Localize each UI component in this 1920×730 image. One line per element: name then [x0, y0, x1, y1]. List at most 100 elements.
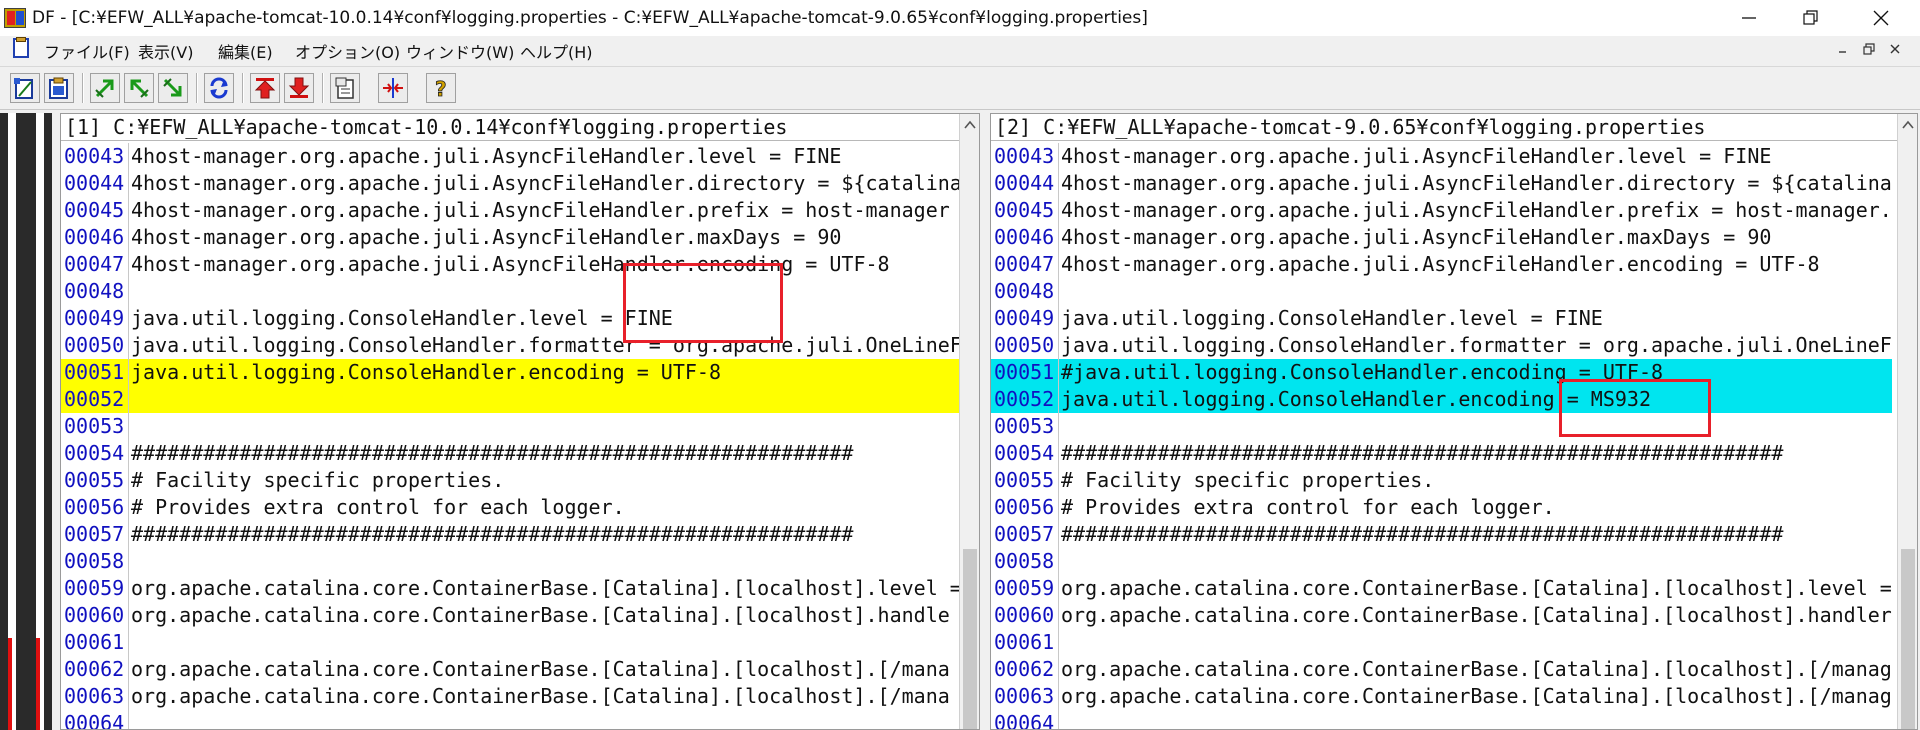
code-line[interactable]: 00045 4host-manager.org.apache.juli.Async… [991, 197, 1892, 224]
code-line[interactable]: 00060 org.apache.catalina.core.ContainerB… [991, 602, 1892, 629]
menu-options[interactable]: オプション(O) [295, 39, 400, 63]
code-line[interactable]: 00049 java.util.logging.ConsoleHandler.le… [991, 305, 1892, 332]
code-line[interactable]: 00047 4host-manager.org.apache.juli.Async… [61, 251, 962, 278]
code-line[interactable]: 00058 [61, 548, 962, 575]
scroll-up-arrow-icon[interactable] [1898, 114, 1917, 136]
left-file-path: [1] C:¥EFW_ALL¥apache-tomcat-10.0.14¥con… [61, 114, 959, 141]
close-icon [1890, 44, 1900, 54]
code-line[interactable]: 00052 java.util.logging.ConsoleHandler.en… [991, 386, 1892, 413]
left-scroll-thumb[interactable] [963, 549, 977, 729]
open-files-button[interactable] [10, 73, 40, 103]
diff-overview-bar[interactable] [0, 113, 52, 730]
code-line[interactable]: 00051 #java.util.logging.ConsoleHandler.e… [991, 359, 1892, 386]
line-text: 4host-manager.org.apache.juli.AsyncFileH… [131, 144, 842, 168]
code-line[interactable]: 00064 [991, 710, 1892, 729]
toolbar: ? [0, 66, 1920, 110]
code-line[interactable]: 00047 4host-manager.org.apache.juli.Async… [991, 251, 1892, 278]
code-line[interactable]: 00050 java.util.logging.ConsoleHandler.fo… [61, 332, 962, 359]
df-app-icon[interactable] [4, 8, 26, 28]
code-line[interactable]: 00058 [991, 548, 1892, 575]
code-line[interactable]: 00056 # Provides extra control for each l… [61, 494, 962, 521]
right-vertical-scrollbar[interactable] [1897, 114, 1917, 729]
code-line[interactable]: 00062 org.apache.catalina.core.ContainerB… [61, 656, 962, 683]
restore-icon [1863, 43, 1875, 55]
properties-button[interactable] [330, 73, 360, 103]
code-line[interactable]: 00059 org.apache.catalina.core.ContainerB… [991, 575, 1892, 602]
menu-file[interactable]: ファイル(F) [44, 39, 130, 63]
line-text: org.apache.catalina.core.ContainerBase.[… [131, 684, 950, 708]
help-button[interactable]: ? [426, 73, 456, 103]
title-bar[interactable]: DF - [C:¥EFW_ALL¥apache-tomcat-10.0.14¥c… [0, 0, 1920, 36]
code-line[interactable]: 00054 ###################################… [61, 440, 962, 467]
code-line[interactable]: 00055 # Facility specific properties. [991, 467, 1892, 494]
left-file-pane[interactable]: [1] C:¥EFW_ALL¥apache-tomcat-10.0.14¥con… [60, 113, 980, 730]
code-line[interactable]: 00046 4host-manager.org.apache.juli.Async… [991, 224, 1892, 251]
minimize-button[interactable] [1720, 0, 1778, 36]
code-line[interactable]: 00053 [991, 413, 1892, 440]
code-line[interactable]: 00045 4host-manager.org.apache.juli.Async… [61, 197, 962, 224]
menu-edit[interactable]: 編集(E) [218, 39, 273, 63]
next-diff-button[interactable] [124, 73, 154, 103]
line-text [1059, 548, 1061, 575]
line-number: 00048 [61, 278, 129, 305]
restore-button[interactable] [1782, 0, 1840, 36]
code-line[interactable]: 00057 ###################################… [991, 521, 1892, 548]
code-line[interactable]: 00048 [61, 278, 962, 305]
code-line[interactable]: 00051 java.util.logging.ConsoleHandler.en… [61, 359, 962, 386]
menu-view[interactable]: 表示(V) [138, 39, 193, 63]
code-line[interactable]: 00063 org.apache.catalina.core.ContainerB… [61, 683, 962, 710]
code-line[interactable]: 00056 # Provides extra control for each l… [991, 494, 1892, 521]
line-text: ########################################… [131, 522, 854, 546]
code-line[interactable]: 00046 4host-manager.org.apache.juli.Async… [61, 224, 962, 251]
code-line[interactable]: 00054 ###################################… [991, 440, 1892, 467]
line-number: 00060 [61, 602, 129, 629]
code-line[interactable]: 00061 [61, 629, 962, 656]
scroll-up-arrow-icon[interactable] [960, 114, 979, 136]
code-line[interactable]: 00049 java.util.logging.ConsoleHandler.le… [61, 305, 962, 332]
code-line[interactable]: 00050 java.util.logging.ConsoleHandler.fo… [991, 332, 1892, 359]
refresh-button[interactable] [204, 73, 234, 103]
arrow-up-right-icon [95, 79, 114, 98]
left-code-lines: 00043 4host-manager.org.apache.juli.Async… [61, 143, 962, 729]
paste-files-button[interactable] [44, 73, 74, 103]
code-line[interactable]: 00043 4host-manager.org.apache.juli.Async… [991, 143, 1892, 170]
code-line[interactable]: 00044 4host-manager.org.apache.juli.Async… [991, 170, 1892, 197]
code-line[interactable]: 00055 # Facility specific properties. [61, 467, 962, 494]
close-button[interactable] [1852, 0, 1910, 36]
code-line[interactable]: 00062 org.apache.catalina.core.ContainerB… [991, 656, 1892, 683]
menu-help[interactable]: ヘルプ(H) [520, 39, 593, 63]
code-line[interactable]: 00057 ###################################… [61, 521, 962, 548]
go-diff-button[interactable] [158, 73, 188, 103]
line-text: org.apache.catalina.core.ContainerBase.[… [131, 603, 950, 627]
code-line[interactable]: 00059 org.apache.catalina.core.ContainerB… [61, 575, 962, 602]
prev-diff-button[interactable] [90, 73, 120, 103]
merge-button[interactable] [378, 73, 408, 103]
mdi-restore-button[interactable] [1858, 40, 1880, 58]
left-vertical-scrollbar[interactable] [959, 114, 979, 729]
mdi-minimize-button[interactable] [1832, 40, 1854, 58]
line-number: 00060 [991, 602, 1059, 629]
code-line[interactable]: 00048 [991, 278, 1892, 305]
code-line[interactable]: 00043 4host-manager.org.apache.juli.Async… [61, 143, 962, 170]
mdi-close-button[interactable] [1884, 40, 1906, 58]
code-line[interactable]: 00060 org.apache.catalina.core.ContainerB… [61, 602, 962, 629]
line-number: 00064 [991, 710, 1059, 729]
code-line[interactable]: 00061 [991, 629, 1892, 656]
right-scroll-thumb[interactable] [1901, 549, 1915, 729]
code-line[interactable]: 00044 4host-manager.org.apache.juli.Async… [61, 170, 962, 197]
code-line[interactable]: 00063 org.apache.catalina.core.ContainerB… [991, 683, 1892, 710]
line-text: # Provides extra control for each logger… [131, 495, 625, 519]
line-text: ########################################… [1061, 441, 1784, 465]
code-line[interactable]: 00064 [61, 710, 962, 729]
help-icon: ? [435, 77, 447, 100]
first-diff-button[interactable] [250, 73, 280, 103]
document-icon[interactable] [10, 37, 32, 60]
line-text [1059, 278, 1061, 305]
code-line[interactable]: 00053 [61, 413, 962, 440]
refresh-icon [210, 77, 228, 99]
last-diff-button[interactable] [284, 73, 314, 103]
line-text [1059, 629, 1061, 656]
right-file-pane[interactable]: [2] C:¥EFW_ALL¥apache-tomcat-9.0.65¥conf… [990, 113, 1918, 730]
code-line[interactable]: 00052 [61, 386, 962, 413]
menu-window[interactable]: ウィンドウ(W) [406, 39, 514, 63]
